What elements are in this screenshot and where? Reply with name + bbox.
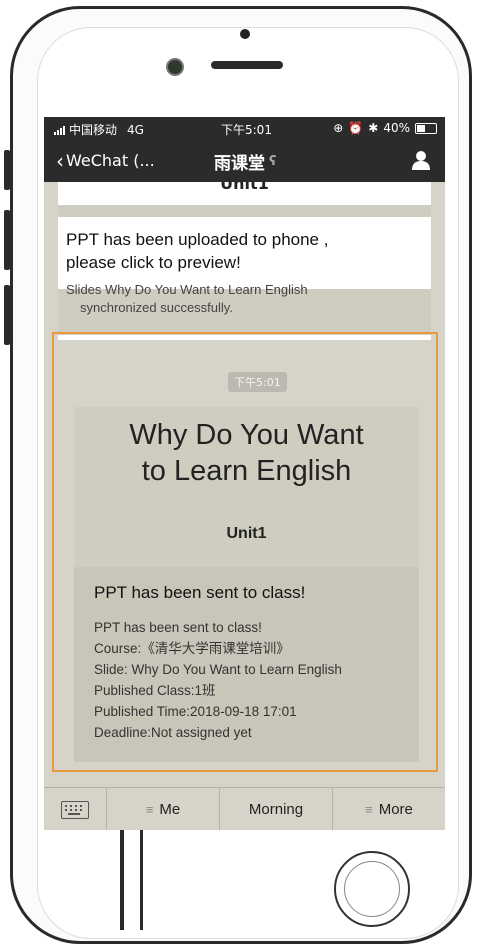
menu-lines-icon: ≡ [145,802,154,817]
frame-line [140,830,143,930]
carrier-name: 中国移动 [69,123,118,137]
side-button-volume-up [4,210,10,270]
detail-line: Deadline:Not assigned yet [94,725,252,740]
alarm-icon: ⏰ [348,121,364,135]
page: 中国移动 4G 下午5:01 ⊕ ⏰ ✱ 40% ‹ WeChat (... 雨… [0,0,480,951]
card-title-line: PPT has been uploaded to phone , [66,230,329,249]
speaker-grille [211,61,283,69]
detail-line: Course:《清华大学雨课堂培训》 [94,641,290,656]
back-label: WeChat (... [66,151,155,170]
slide-title-line: to Learn English [141,455,352,487]
menu-item-me[interactable]: ≡ Me [107,788,220,830]
card-body: PPT has been sent to class! PPT has been… [74,567,419,762]
status-right: ⊕ ⏰ ✱ 40% [333,121,437,135]
camera-icon [166,58,184,76]
front-sensor-icon [240,29,250,39]
slide-title: Why Do You Want to Learn English [74,417,419,489]
screen: 中国移动 4G 下午5:01 ⊕ ⏰ ✱ 40% ‹ WeChat (... 雨… [44,117,445,830]
message-timestamp: 下午5:01 [228,372,287,392]
side-button-mute [4,150,10,190]
chevron-left-icon: ‹ [56,148,64,173]
network-type: 4G [127,122,144,137]
keyboard-icon [61,800,89,819]
keyboard-toggle[interactable] [44,788,107,830]
bottom-menu: ≡ Me Morning ≡ More [44,787,445,830]
menu-item-label: Me [159,801,181,818]
card-subtitle: synchronized successfully. [80,300,233,315]
status-left: 中国移动 4G [54,121,144,138]
menu-item-more[interactable]: ≡ More [333,788,445,830]
side-button-volume-down [4,285,10,345]
menu-lines-icon: ≡ [365,802,373,817]
card-subtitle: Slides Why Do You Want to Learn English [66,282,308,297]
card-heading: PPT has been sent to class! [94,583,306,602]
card-unit-label: Unit1 [220,182,269,193]
detail-line: PPT has been sent to class! [94,620,262,635]
detail-line: Published Class:1班 [94,683,216,698]
lock-rotation-icon: ⊕ [333,121,344,135]
bluetooth-icon: ✱ [368,121,379,135]
menu-item-morning[interactable]: Morning [220,788,333,830]
nav-bar: ‹ WeChat (... 雨课堂 ʕ [44,139,445,182]
battery-percent: 40% [383,121,410,135]
menu-item-label: More [378,801,413,818]
home-button-ring [344,861,400,917]
detail-line: Published Time:2018-09-18 17:01 [94,704,297,719]
card-title[interactable]: PPT has been uploaded to phone , please … [66,228,328,274]
card-detail-list: PPT has been sent to class! Course:《清华大学… [94,617,342,743]
home-button[interactable] [334,851,410,927]
back-button[interactable]: ‹ WeChat (... [56,148,155,173]
ear-icon: ʕ [269,154,277,169]
menu-item-label: Morning [248,801,304,818]
profile-icon[interactable] [411,150,431,170]
page-title: 雨课堂 ʕ [214,149,276,174]
battery-icon [415,122,437,134]
status-bar: 中国移动 4G 下午5:01 ⊕ ⏰ ✱ 40% [44,117,445,139]
detail-line: Slide: Why Do You Want to Learn English [94,662,342,677]
status-time: 下午5:01 [221,123,272,137]
frame-line [120,830,124,930]
chat-area[interactable]: Unit1 PPT has been uploaded to phone , p… [44,182,445,787]
signal-icon [54,125,65,135]
message-card-sent[interactable]: Why Do You Want to Learn English Unit1 P… [74,407,419,762]
slide-title-line: Why Do You Want [129,419,364,451]
slide-unit-label: Unit1 [226,525,267,542]
card-title-line: please click to preview! [66,253,241,272]
page-title-text: 雨课堂 [214,154,265,174]
